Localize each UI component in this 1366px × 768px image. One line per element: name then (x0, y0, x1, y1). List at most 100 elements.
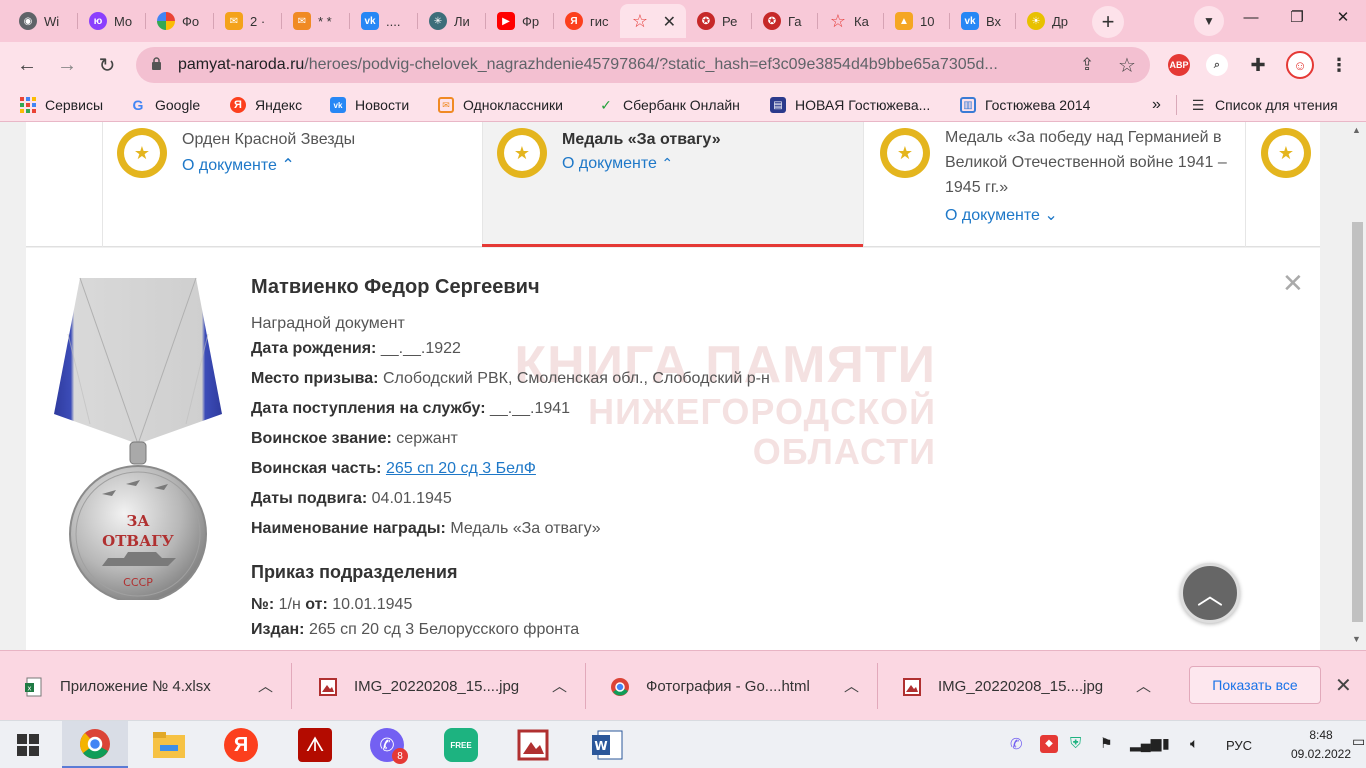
windows-taskbar: Я ᗑ ✆ 8 FREE W ✆ ◆ ⛨ ⚑ ▂▄▆ ▮ 🔈︎ РУС 8:48… (0, 720, 1366, 768)
reading-list-button[interactable]: ☰ Список для чтения (1190, 95, 1338, 115)
tab-3[interactable]: ✉ 2 · (214, 4, 282, 38)
award-card-victory-over-germany[interactable]: ★ Медаль «За победу над Германией в Вели… (863, 122, 1245, 247)
google-photos-icon (157, 12, 175, 30)
sber-icon: ✓ (600, 96, 612, 113)
extensions-puzzle-icon[interactable]: ✚ (1247, 54, 1269, 76)
notification-center-icon[interactable]: ▭ (1352, 733, 1365, 750)
scroll-up-arrow-icon[interactable]: ▲ (1352, 125, 1361, 135)
tray-anydesk-icon[interactable]: ◆ (1040, 735, 1058, 753)
chevron-up-icon: ⌃ (281, 157, 295, 174)
tray-battery-icon[interactable]: ▮ (1162, 735, 1170, 752)
tray-volume-icon[interactable]: 🔈︎ (1190, 735, 1198, 752)
tray-wifi-signal-icon[interactable]: ▂▄▆ (1130, 735, 1161, 752)
tab-11[interactable]: ✪ Га (752, 4, 818, 38)
url-text[interactable]: pamyat-naroda.ru/heroes/podvig-chelovek_… (178, 56, 1058, 74)
profile-avatar[interactable]: ☺ (1286, 51, 1314, 79)
tab-2[interactable]: Фо (146, 4, 214, 38)
close-window-icon[interactable]: ✕ (1320, 0, 1366, 34)
share-icon[interactable]: ⇪ (1080, 55, 1094, 75)
bookmark-star-icon[interactable]: ☆ (1118, 53, 1136, 78)
taskbar-yandex-browser-icon[interactable]: Я (208, 721, 274, 768)
tab-14[interactable]: vk Вх (950, 4, 1016, 38)
bookmark-services[interactable]: Сервисы (20, 95, 103, 115)
tab-title: Га (788, 13, 802, 29)
restore-window-icon[interactable]: ❐ (1274, 0, 1320, 34)
tab-8[interactable]: Я гис (554, 4, 620, 38)
tab-0[interactable]: ◉ Wi (8, 4, 78, 38)
tab-4[interactable]: ✉ * * (282, 4, 350, 38)
tab-10[interactable]: ✪ Ре (686, 4, 752, 38)
taskbar-chrome-icon[interactable] (62, 721, 128, 768)
award-card-for-courage[interactable]: ★ Медаль «За отвагу» ⌃О документе ⌃ (482, 122, 863, 247)
field-order-number: №: 1/н от: 10.01.1945 (251, 596, 413, 613)
tab-title: 2 · (250, 13, 266, 29)
forward-arrow-icon[interactable]: → (52, 50, 82, 80)
about-document-link[interactable]: О документе ⌃ (182, 155, 295, 175)
tab-title: Ка (854, 13, 869, 29)
windows-start-icon[interactable] (0, 721, 56, 768)
chevron-up-icon[interactable]: ︿ (844, 675, 859, 696)
bookmark-news[interactable]: vk Новости (330, 95, 409, 115)
bookmarks-more-button[interactable]: » (1152, 95, 1161, 115)
taskbar-viber-icon[interactable]: ✆ 8 (354, 721, 420, 768)
tab-title: Wi (44, 13, 60, 29)
about-document-link[interactable]: ⌃О документе ⌃ (562, 155, 673, 173)
bookmark-gostyuzheva-2014[interactable]: ▥ Гостюжева 2014 (960, 95, 1090, 115)
chevron-up-icon[interactable]: ︿ (258, 675, 273, 696)
scroll-to-top-button[interactable]: ︿ (1180, 563, 1240, 623)
award-card-red-star[interactable]: ★ Орден Красной Звезды О документе ⌃ (102, 122, 482, 247)
page-scrollbar[interactable]: ▲ ▼ (1349, 122, 1366, 650)
youtube-icon: ▶ (497, 12, 515, 30)
close-downloads-icon[interactable]: ✕ (1335, 673, 1352, 698)
vk-icon: vk (361, 12, 379, 30)
show-all-downloads-button[interactable]: Показать все (1189, 666, 1321, 704)
scroll-down-arrow-icon[interactable]: ▼ (1352, 634, 1361, 644)
address-bar[interactable]: pamyat-naroda.ru/heroes/podvig-chelovek_… (136, 47, 1150, 83)
chevron-up-icon[interactable]: ︿ (552, 675, 567, 696)
bookmark-google[interactable]: G Google (130, 95, 201, 115)
taskbar-file-explorer-icon[interactable] (136, 721, 202, 768)
bookmark-novaya-gostyuzheva[interactable]: ▤ НОВАЯ Гостюжева... (770, 95, 930, 115)
taskbar-acrobat-icon[interactable]: ᗑ (282, 721, 348, 768)
tab-5[interactable]: vk .... (350, 4, 418, 38)
taskbar-free-vpn-icon[interactable]: FREE (428, 721, 494, 768)
tab-6[interactable]: ✳ Ли (418, 4, 486, 38)
minimize-window-icon[interactable]: — (1228, 0, 1274, 34)
tab-1[interactable]: ю Mo (78, 4, 146, 38)
tab-15[interactable]: ☀ Др (1016, 4, 1082, 38)
menu-kebab-icon[interactable]: ⋮ (1328, 54, 1350, 76)
scrollbar-thumb[interactable] (1352, 222, 1363, 622)
tab-12[interactable]: ☆ Ка (818, 4, 884, 38)
tab-9-active[interactable]: ☆ ✕ (620, 4, 686, 38)
download-item[interactable]: x Приложение № 4.xlsx ︿ (0, 651, 292, 721)
bookmark-yandex[interactable]: Я Яндекс (230, 95, 302, 115)
tray-language-indicator[interactable]: РУС (1226, 738, 1252, 753)
adblock-plus-icon[interactable]: ABP (1168, 54, 1190, 76)
award-card-partial[interactable]: ★ (1245, 122, 1320, 247)
bookmark-sberbank[interactable]: ✓ Сбербанк Онлайн (598, 95, 740, 115)
download-item[interactable]: Фотография - Go....html ︿ (586, 651, 878, 721)
vk-icon: vk (330, 97, 346, 113)
taskbar-word-icon[interactable]: W (574, 721, 640, 768)
download-item[interactable]: IMG_20220208_15....jpg ︿ (878, 651, 1170, 721)
download-item[interactable]: IMG_20220208_15....jpg ︿ (294, 651, 586, 721)
about-document-link[interactable]: О документе ⌄ (945, 205, 1058, 225)
tray-clock[interactable]: 8:48 09.02.2022 (1288, 726, 1354, 764)
reload-icon[interactable]: ↻ (92, 50, 122, 80)
back-arrow-icon[interactable]: ← (12, 50, 42, 80)
close-tab-icon[interactable]: ✕ (663, 12, 676, 32)
close-detail-icon[interactable]: ✕ (1282, 268, 1304, 299)
tray-flag-icon[interactable]: ⚑ (1100, 735, 1113, 752)
military-unit-link[interactable]: 265 сп 20 сд 3 БелФ (386, 460, 536, 477)
bookmark-odnoklassniki[interactable]: ✉ Одноклассники (438, 95, 563, 115)
extension-search-icon[interactable]: ⌕ (1206, 54, 1228, 76)
tray-viber-icon[interactable]: ✆ (1010, 735, 1023, 753)
tab-search-chevron-icon[interactable]: ▼ (1194, 6, 1224, 36)
tab-7[interactable]: ▶ Фр (486, 4, 554, 38)
taskbar-image-viewer-icon[interactable] (500, 721, 566, 768)
tab-13[interactable]: ▲ 10 (884, 4, 950, 38)
medal-star-icon: ★ (117, 128, 167, 178)
chevron-up-icon[interactable]: ︿ (1136, 675, 1151, 696)
new-tab-button[interactable]: + (1092, 6, 1124, 38)
tray-shield-icon[interactable]: ⛨ (1070, 735, 1081, 752)
